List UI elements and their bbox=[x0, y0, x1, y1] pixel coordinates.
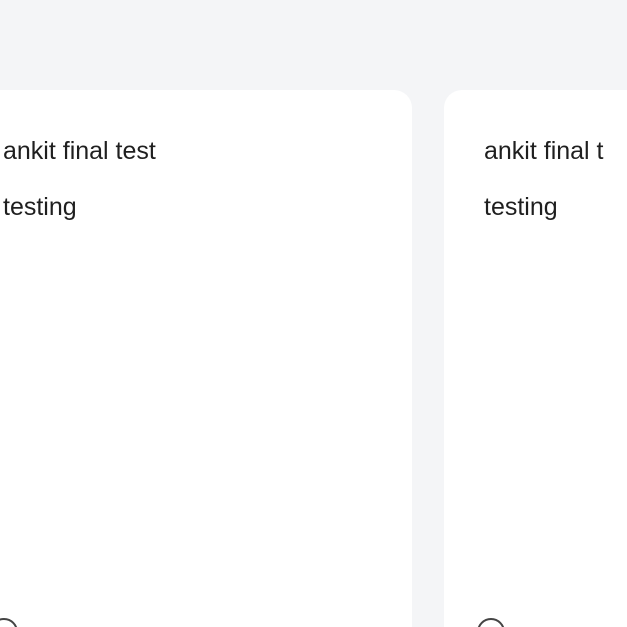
partial-circle-icon[interactable] bbox=[477, 618, 505, 627]
card-right[interactable]: ankit final t testing bbox=[444, 90, 627, 627]
card-title: ankit final test bbox=[3, 137, 156, 165]
card-left[interactable]: ankit final test testing bbox=[0, 90, 412, 627]
partial-circle-icon[interactable] bbox=[0, 618, 18, 627]
card-subtitle: testing bbox=[484, 193, 558, 221]
card-subtitle: testing bbox=[3, 193, 77, 221]
card-title: ankit final t bbox=[484, 137, 604, 165]
cards-viewport: ankit final test testing ankit final t t… bbox=[0, 0, 627, 627]
